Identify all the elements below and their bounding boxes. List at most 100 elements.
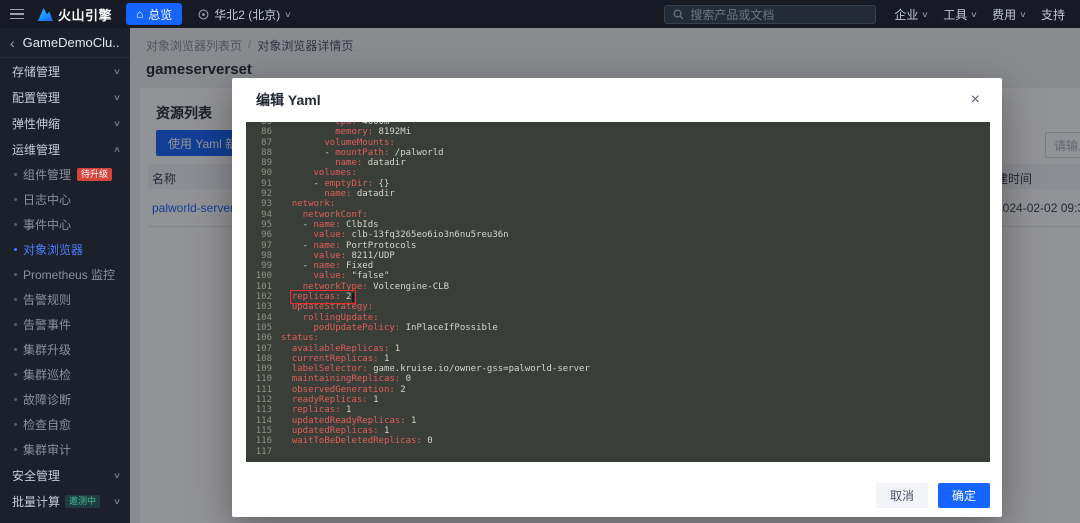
upgrade-badge: 待升级 — [77, 168, 112, 181]
menu-tools[interactable]: 工具 ∨ — [943, 6, 977, 23]
line-number: 105 — [246, 323, 272, 333]
line-number: 97 — [246, 241, 272, 251]
close-icon[interactable]: × — [971, 92, 980, 108]
line-number: 107 — [246, 344, 272, 354]
editor-line-108[interactable]: 108 currentReplicas: 1 — [246, 354, 990, 364]
sidebar-item-0[interactable]: 组件管理待升级 — [0, 162, 130, 187]
sidebar-item-2[interactable]: 事件中心 — [0, 212, 130, 237]
tab-overview[interactable]: ⌂ 总览 — [126, 3, 182, 25]
menu-billing[interactable]: 费用 ∨ — [992, 6, 1026, 23]
sidebar-item-7[interactable]: 集群升级 — [0, 337, 130, 362]
editor-line-94[interactable]: 94 networkConf: — [246, 210, 990, 220]
editor-line-106[interactable]: 106status: — [246, 333, 990, 343]
line-number: 115 — [246, 426, 272, 436]
sidebar-item-1[interactable]: 日志中心 — [0, 187, 130, 212]
sidebar-item-label: 事件中心 — [23, 216, 71, 233]
line-number: 90 — [246, 168, 272, 178]
sidebar-item-9[interactable]: 故障诊断 — [0, 387, 130, 412]
sidebar-group-batch[interactable]: 批量计算 邀测中 ∨ — [0, 488, 130, 514]
editor-line-98[interactable]: 98 value: 8211/UDP — [246, 251, 990, 261]
group-label: 配置管理 — [12, 89, 60, 106]
editor-line-92[interactable]: 92 name: datadir — [246, 189, 990, 199]
editor-line-115[interactable]: 115 updatedReplicas: 1 — [246, 426, 990, 436]
back-icon: ‹ — [10, 36, 15, 50]
editor-line-111[interactable]: 111 observedGeneration: 2 — [246, 385, 990, 395]
sidebar: ‹ GameDemoClu... 存储管理 ∨ 配置管理 ∨ 弹性伸缩 ∨ 运维… — [0, 28, 130, 523]
product-search-input[interactable]: 搜索产品或文档 — [664, 5, 876, 24]
search-icon — [673, 9, 684, 20]
region-selector[interactable]: 华北2 (北京) ∨ — [198, 6, 291, 23]
modal-footer: 取消 确定 — [876, 483, 990, 508]
sidebar-group-ops[interactable]: 运维管理 ∧ — [0, 136, 130, 162]
editor-line-90[interactable]: 90 volumes: — [246, 168, 990, 178]
overview-label: 总览 — [148, 6, 172, 23]
modal-header: 编辑 Yaml × — [232, 78, 1002, 122]
sidebar-item-3-selected[interactable]: 对象浏览器 — [0, 237, 130, 262]
line-number: 86 — [246, 127, 272, 137]
sidebar-group-autoscaling[interactable]: 弹性伸缩 ∨ — [0, 110, 130, 136]
sidebar-group-security[interactable]: 安全管理 ∨ — [0, 462, 130, 488]
editor-line-105[interactable]: 105 podUpdatePolicy: InPlaceIfPossible — [246, 323, 990, 333]
group-label: 安全管理 — [12, 467, 60, 484]
bullet-icon — [14, 298, 17, 301]
editor-line-116[interactable]: 116 waitToBeDeletedReplicas: 0 — [246, 436, 990, 446]
sidebar-item-label: Prometheus 监控 — [23, 266, 115, 283]
hamburger-menu-icon[interactable] — [10, 9, 24, 20]
editor-line-101[interactable]: 101 networkType: Volcengine-CLB — [246, 282, 990, 292]
sidebar-item-8[interactable]: 集群巡检 — [0, 362, 130, 387]
line-number: 104 — [246, 313, 272, 323]
highlight-box: replicas: 2 — [292, 292, 354, 302]
modal-title: 编辑 Yaml — [256, 90, 321, 110]
line-number: 87 — [246, 138, 272, 148]
editor-line-91[interactable]: 91 - emptyDir: {} — [246, 179, 990, 189]
sidebar-group-storage[interactable]: 存储管理 ∨ — [0, 58, 130, 84]
confirm-button[interactable]: 确定 — [938, 483, 990, 508]
line-number: 101 — [246, 282, 272, 292]
chevron-down-icon: ∨ — [113, 471, 121, 480]
line-number: 91 — [246, 179, 272, 189]
editor-line-113[interactable]: 113 replicas: 1 — [246, 405, 990, 415]
cluster-header[interactable]: ‹ GameDemoClu... — [0, 28, 130, 58]
sidebar-group-config[interactable]: 配置管理 ∨ — [0, 84, 130, 110]
editor-line-96[interactable]: 96 value: clb-13fq3265eo6io3n6nu5reu36n — [246, 230, 990, 240]
editor-line-109[interactable]: 109 labelSelector: game.kruise.io/owner-… — [246, 364, 990, 374]
line-number: 92 — [246, 189, 272, 199]
sidebar-item-4[interactable]: Prometheus 监控 — [0, 262, 130, 287]
sidebar-item-5[interactable]: 告警规则 — [0, 287, 130, 312]
line-number: 113 — [246, 405, 272, 415]
editor-line-114[interactable]: 114 updatedReadyReplicas: 1 — [246, 416, 990, 426]
text-cursor — [352, 293, 354, 302]
editor-line-100[interactable]: 100 value: "false" — [246, 271, 990, 281]
editor-line-117[interactable]: 117 — [246, 447, 990, 457]
line-number: 109 — [246, 364, 272, 374]
menu-support[interactable]: 支持 — [1041, 6, 1065, 23]
editor-line-97[interactable]: 97 - name: PortProtocols — [246, 241, 990, 251]
editor-line-93[interactable]: 93 network: — [246, 199, 990, 209]
sidebar-item-6[interactable]: 告警事件 — [0, 312, 130, 337]
editor-line-99[interactable]: 99 - name: Fixed — [246, 261, 990, 271]
editor-line-102[interactable]: 102 replicas: 2 — [246, 292, 990, 302]
sidebar-item-11[interactable]: 集群审计 — [0, 437, 130, 462]
bullet-icon — [14, 323, 17, 326]
cancel-button[interactable]: 取消 — [876, 483, 928, 508]
editor-line-107[interactable]: 107 availableReplicas: 1 — [246, 344, 990, 354]
editor-line-104[interactable]: 104 rollingUpdate: — [246, 313, 990, 323]
editor-line-95[interactable]: 95 - name: ClbIds — [246, 220, 990, 230]
editor-line-112[interactable]: 112 readyReplicas: 1 — [246, 395, 990, 405]
sidebar-item-10[interactable]: 检查自愈 — [0, 412, 130, 437]
sidebar-item-label: 集群升级 — [23, 341, 71, 358]
menu-label: 支持 — [1041, 6, 1065, 23]
yaml-editor[interactable]: 85 cpu: 4000m86 memory: 8192Mi87 volumeM… — [246, 122, 990, 462]
bullet-icon — [14, 223, 17, 226]
editor-line-87[interactable]: 87 volumeMounts: — [246, 138, 990, 148]
bullet-icon — [14, 173, 17, 176]
editor-line-110[interactable]: 110 maintainingReplicas: 0 — [246, 374, 990, 384]
editor-line-89[interactable]: 89 name: datadir — [246, 158, 990, 168]
volcengine-logo[interactable]: 火山引擎 — [38, 5, 112, 24]
menu-enterprise[interactable]: 企业 ∨ — [894, 6, 928, 23]
editor-line-88[interactable]: 88 - mountPath: /palworld — [246, 148, 990, 158]
topbar: 火山引擎 ⌂ 总览 华北2 (北京) ∨ 搜索产品或文档 企业 ∨ — [0, 0, 1080, 28]
editor-line-103[interactable]: 103 updateStrategy: — [246, 302, 990, 312]
editor-line-86[interactable]: 86 memory: 8192Mi — [246, 127, 990, 137]
region-label: 华北2 (北京) — [214, 6, 280, 23]
